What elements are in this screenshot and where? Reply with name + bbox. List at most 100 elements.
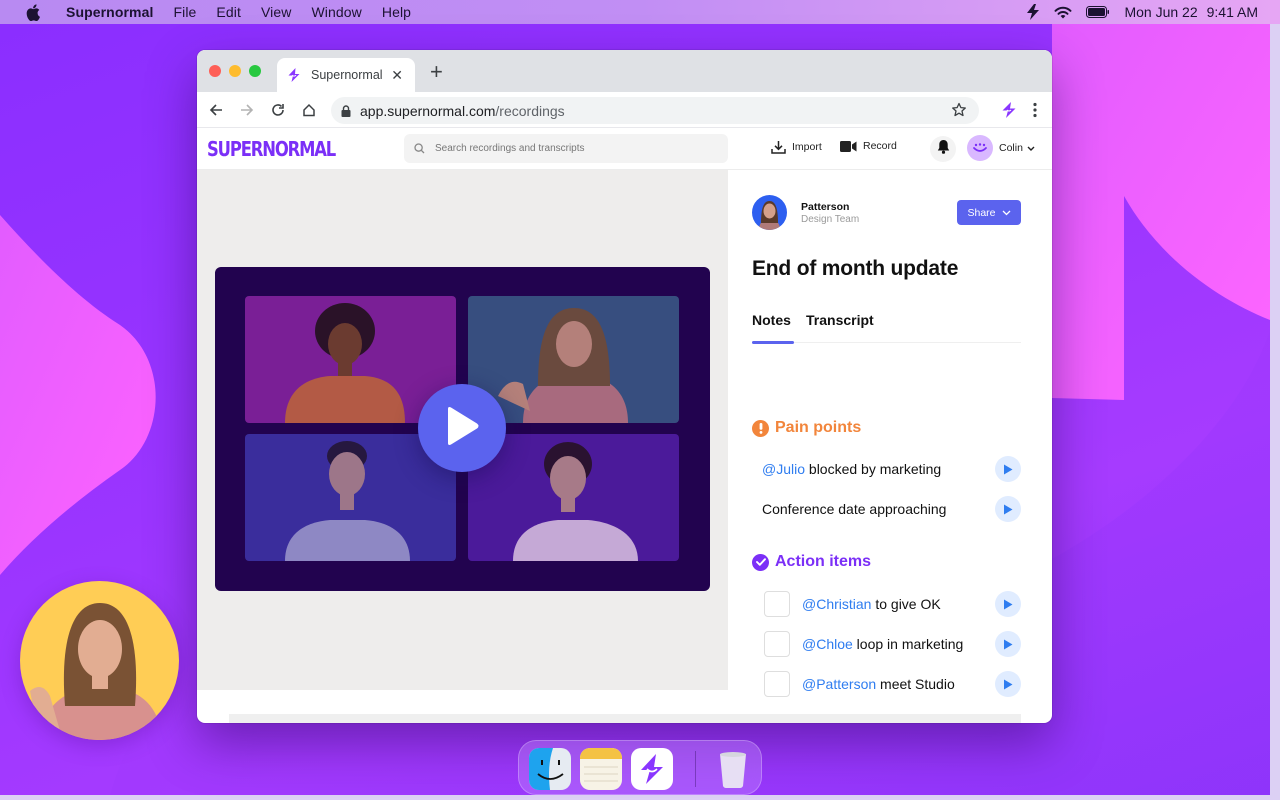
pain-point-item: @Julio blocked by marketing [762, 455, 1021, 483]
notifications-button[interactable] [930, 136, 956, 162]
play-clip-button[interactable] [995, 631, 1021, 657]
action-item: @Christian to give OK [764, 590, 1021, 618]
note-text: Conference date approaching [762, 501, 947, 517]
play-clip-button[interactable] [995, 496, 1021, 522]
tab-title: Supernormal [311, 68, 383, 82]
clock-time: 9:41 AM [1206, 4, 1258, 20]
browser-window: Supernormal ✕ + app.supernormal.com/reco… [197, 50, 1052, 723]
participant-tile [468, 296, 679, 423]
page-footer [229, 714, 1021, 723]
close-tab-icon[interactable]: ✕ [391, 67, 403, 84]
action-item-checkbox[interactable] [764, 671, 790, 697]
play-button[interactable] [418, 384, 506, 472]
reload-icon[interactable] [268, 100, 288, 120]
exclamation-icon [752, 419, 769, 437]
participant-image [285, 441, 410, 561]
presenter-info: Patterson Design Team [752, 195, 859, 230]
app-header: Supernormal Search recordings and transc… [197, 128, 1052, 170]
minimize-window-button[interactable] [229, 65, 241, 77]
play-clip-button[interactable] [995, 671, 1021, 697]
dock [518, 740, 762, 795]
url-path: /recordings [495, 102, 565, 119]
supernormal-app-icon [631, 748, 673, 790]
play-icon [444, 406, 480, 451]
note-text: loop in marketing [852, 636, 964, 652]
user-menu[interactable]: Colin [967, 135, 1035, 161]
user-name: Colin [999, 142, 1023, 154]
search-icon [414, 143, 425, 154]
user-avatar [967, 135, 993, 161]
menu-edit[interactable]: Edit [216, 4, 241, 20]
notes-icon [580, 748, 622, 790]
play-clip-button[interactable] [995, 591, 1021, 617]
note-text: to give OK [871, 596, 941, 612]
menu-file[interactable]: File [173, 4, 196, 20]
supernormal-extension-icon[interactable] [1001, 102, 1017, 123]
play-clip-button[interactable] [995, 456, 1021, 482]
pain-points-title: Pain points [775, 419, 862, 436]
menu-help[interactable]: Help [382, 4, 411, 20]
clock-date: Mon Jun 22 [1124, 4, 1198, 20]
action-item: @Patterson meet Studio [764, 670, 1021, 698]
camera-bubble[interactable] [20, 581, 179, 740]
download-icon [771, 140, 786, 154]
presenter-team: Design Team [801, 213, 860, 225]
tab-notes[interactable]: Notes [752, 312, 791, 328]
action-items-header: Action items [752, 553, 871, 571]
menu-view[interactable]: View [261, 4, 292, 20]
lock-icon [341, 104, 351, 117]
action-item-checkbox[interactable] [764, 591, 790, 617]
wifi-icon[interactable] [1054, 6, 1072, 19]
new-tab-icon[interactable]: + [430, 61, 443, 83]
bell-icon [937, 139, 950, 159]
search-placeholder: Search recordings and transcripts [435, 143, 585, 154]
dock-trash[interactable] [712, 748, 754, 790]
supernormal-logo[interactable]: Supernormal [207, 137, 336, 161]
player-area [197, 170, 728, 690]
menu-window[interactable]: Window [311, 4, 361, 20]
apple-menu-icon[interactable] [26, 3, 42, 21]
menu-app-name[interactable]: Supernormal [66, 4, 153, 20]
mention[interactable]: @Julio [762, 461, 805, 477]
share-label: Share [967, 206, 996, 219]
browser-toolbar: app.supernormal.com/recordings [197, 92, 1052, 128]
dock-finder[interactable] [529, 748, 571, 790]
browser-menu-icon[interactable] [1033, 102, 1037, 123]
mention[interactable]: @Patterson [802, 676, 876, 692]
video-player[interactable] [215, 267, 710, 591]
participant-image [513, 442, 638, 561]
forward-icon[interactable] [237, 100, 257, 120]
note-text: meet Studio [876, 676, 955, 692]
address-bar[interactable]: app.supernormal.com/recordings [331, 97, 979, 124]
browser-tab[interactable]: Supernormal ✕ [277, 58, 415, 92]
import-button[interactable]: Import [771, 140, 822, 154]
chevron-down-icon [1027, 146, 1035, 151]
active-tab-indicator [752, 341, 794, 344]
mention[interactable]: @Chloe [802, 636, 853, 652]
record-button[interactable]: Record [840, 140, 897, 152]
share-button[interactable]: Share [957, 200, 1021, 225]
bookmark-star-icon[interactable] [951, 102, 967, 121]
dock-separator [695, 751, 696, 787]
dock-supernormal[interactable] [631, 748, 673, 790]
mention[interactable]: @Christian [802, 596, 871, 612]
home-icon[interactable] [299, 100, 319, 120]
search-input[interactable]: Search recordings and transcripts [404, 134, 728, 163]
menu-clock[interactable]: Mon Jun 22 9:41 AM [1124, 4, 1258, 20]
dock-notes[interactable] [580, 748, 622, 790]
menu-bar: Supernormal File Edit View Window Help M… [0, 0, 1280, 24]
participant-image [498, 308, 628, 423]
notes-tabs: Notes Transcript [752, 311, 1021, 344]
presenter-name: Patterson [801, 200, 850, 213]
tab-strip: Supernormal ✕ + [197, 50, 1052, 92]
video-camera-icon [840, 140, 857, 152]
close-window-button[interactable] [209, 65, 221, 77]
back-icon[interactable] [206, 100, 226, 120]
supernormal-status-icon[interactable] [1026, 4, 1040, 20]
maximize-window-button[interactable] [249, 65, 261, 77]
action-item-checkbox[interactable] [764, 631, 790, 657]
note-text: blocked by marketing [805, 461, 942, 477]
battery-icon[interactable] [1086, 6, 1110, 18]
tab-transcript[interactable]: Transcript [806, 312, 874, 328]
finder-icon [529, 748, 571, 790]
